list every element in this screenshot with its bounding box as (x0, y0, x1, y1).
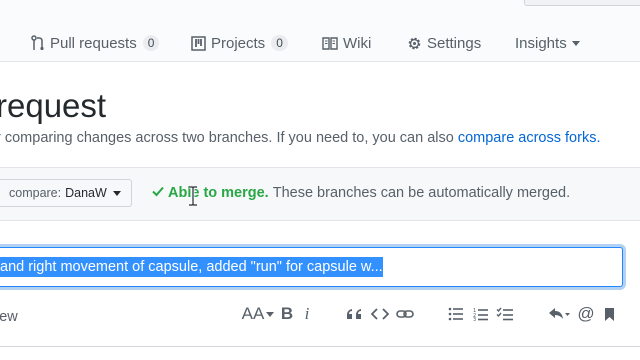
comment-textarea[interactable] (0, 346, 640, 360)
tab-label: Projects (211, 34, 266, 52)
tab-label: Settings (427, 34, 482, 52)
link-icon[interactable] (395, 303, 415, 325)
code-icon[interactable] (370, 303, 390, 325)
book-icon (322, 36, 338, 50)
compare-branch-name: DanaW (65, 186, 107, 200)
merge-status-note: These branches can be automatically merg… (272, 185, 571, 201)
tab-projects[interactable]: Projects 0 (191, 33, 288, 53)
page-subtitle: r comparing changes across two branches.… (0, 130, 600, 146)
chevron-down-icon (112, 190, 121, 196)
bookmark-icon[interactable] (601, 303, 617, 325)
reply-icon[interactable] (546, 303, 572, 325)
tab-insights[interactable]: Insights (515, 33, 580, 53)
task-list-icon[interactable] (494, 303, 516, 325)
compare-branch-select[interactable]: compare: DanaW (0, 179, 132, 207)
quote-icon[interactable] (344, 303, 364, 325)
tab-wiki[interactable]: Wiki (322, 33, 371, 53)
italic-button[interactable]: i (300, 303, 314, 325)
bold-button[interactable]: B (279, 303, 295, 325)
pr-title-value: and right movement of capsule, added "ru… (0, 257, 383, 277)
project-icon (191, 35, 206, 51)
merge-status: Able to merge. These branches can be aut… (152, 185, 570, 201)
text-cursor-icon (187, 185, 199, 207)
git-pull-request-icon (31, 35, 45, 51)
merge-status-label: Able to merge. (168, 185, 269, 201)
counter-badge: 0 (142, 35, 160, 51)
counter-badge: 0 (271, 35, 288, 51)
tab-label: Pull requests (50, 34, 137, 52)
page-title: request (0, 87, 107, 124)
pr-title-input[interactable]: and right movement of capsule, added "ru… (0, 247, 623, 287)
compare-across-forks-link[interactable]: compare across forks. (458, 130, 601, 146)
text-size-button[interactable]: AA (241, 303, 275, 325)
tab-settings[interactable]: Settings (407, 33, 481, 53)
chevron-down-icon (571, 40, 580, 46)
unordered-list-icon[interactable] (446, 303, 466, 325)
ordered-list-icon[interactable]: 123 (471, 303, 491, 325)
check-icon (152, 185, 164, 201)
svg-text:3: 3 (473, 317, 476, 321)
tab-preview[interactable]: iew (0, 309, 18, 325)
chevron-down-icon (266, 311, 275, 317)
compare-label: compare: (9, 186, 62, 200)
subtitle-text: r comparing changes across two branches.… (0, 130, 454, 146)
mention-button[interactable]: @ (577, 303, 595, 325)
tab-pull-requests[interactable]: Pull requests 0 (31, 33, 160, 53)
tab-label: Insights (515, 34, 567, 52)
tab-label: Wiki (343, 34, 372, 52)
gear-icon (407, 36, 422, 51)
repo-action-button[interactable] (524, 0, 640, 6)
text-size-label: AA (241, 304, 265, 323)
